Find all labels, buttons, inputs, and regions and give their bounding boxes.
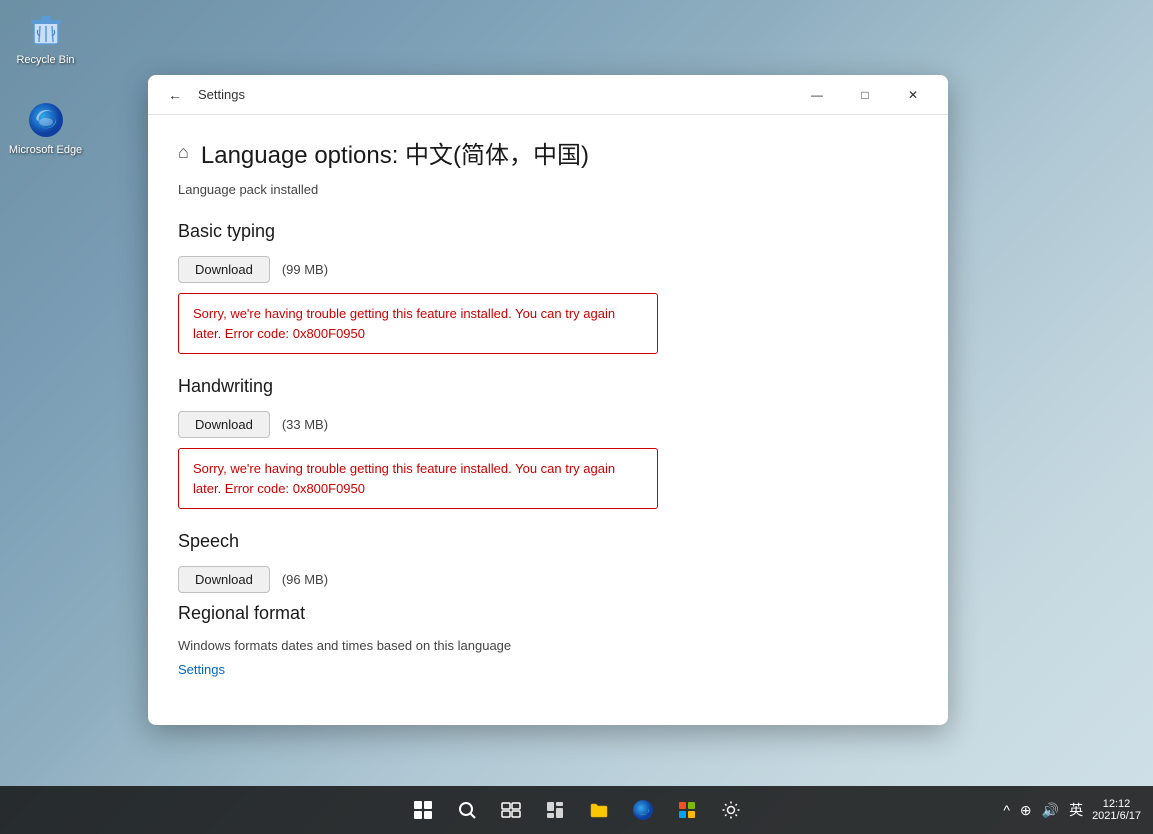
taskbar: ^ ⊕ 🔊 英 12:12 2021/6/17 — [0, 786, 1153, 834]
handwriting-download-button[interactable]: Download — [178, 411, 270, 438]
task-view-button[interactable] — [491, 790, 531, 830]
back-button[interactable]: ← — [160, 83, 190, 107]
tray-icons: ^ ⊕ 🔊 英 — [1000, 798, 1086, 822]
settings-taskbar-button[interactable] — [711, 790, 751, 830]
title-bar: ← Settings — □ ✕ — [148, 75, 948, 115]
edge-taskbar-button[interactable] — [623, 790, 663, 830]
desktop: Recycle Bin Microsoft Edge — [0, 0, 1153, 834]
handwriting-error-text: Sorry, we're having trouble getting this… — [193, 461, 615, 496]
regional-settings-link[interactable]: Settings — [178, 662, 225, 677]
basic-typing-error-box: Sorry, we're having trouble getting this… — [178, 293, 658, 354]
start-button[interactable] — [403, 790, 443, 830]
clock[interactable]: 12:12 2021/6/17 — [1092, 798, 1141, 822]
recycle-bin-label: Recycle Bin — [16, 54, 74, 66]
speech-download-button[interactable]: Download — [178, 566, 270, 593]
maximize-button[interactable]: □ — [842, 79, 888, 111]
basic-typing-download-row: Download (99 MB) — [178, 256, 918, 283]
edge-label: Microsoft Edge — [9, 144, 82, 156]
basic-typing-title: Basic typing — [178, 221, 918, 242]
handwriting-size: (33 MB) — [282, 417, 328, 432]
taskbar-center — [403, 790, 751, 830]
window-controls: — □ ✕ — [794, 79, 936, 111]
handwriting-error-box: Sorry, we're having trouble getting this… — [178, 448, 658, 509]
regional-format-title: Regional format — [178, 603, 918, 624]
handwriting-title: Handwriting — [178, 376, 918, 397]
file-explorer-button[interactable] — [579, 790, 619, 830]
edge-desktop-icon[interactable]: Microsoft Edge — [8, 100, 83, 156]
handwriting-download-row: Download (33 MB) — [178, 411, 918, 438]
volume-icon[interactable]: 🔊 — [1039, 800, 1062, 821]
store-button[interactable] — [667, 790, 707, 830]
language-pack-status: Language pack installed — [178, 182, 918, 197]
speech-size: (96 MB) — [282, 572, 328, 587]
speech-download-row: Download (96 MB) — [178, 566, 918, 593]
speech-title: Speech — [178, 531, 918, 552]
page-title: Language options: 中文(简体，中国) — [201, 135, 589, 170]
widgets-button[interactable] — [535, 790, 575, 830]
taskbar-tray: ^ ⊕ 🔊 英 12:12 2021/6/17 — [1000, 798, 1145, 822]
recycle-bin-icon[interactable]: Recycle Bin — [8, 10, 83, 66]
chevron-icon[interactable]: ^ — [1000, 800, 1013, 820]
minimize-button[interactable]: — — [794, 79, 840, 111]
search-button[interactable] — [447, 790, 487, 830]
time-display: 12:12 — [1103, 798, 1131, 810]
settings-window: ← Settings — □ ✕ ⌂ Language options: 中文(… — [148, 75, 948, 725]
home-icon[interactable]: ⌂ — [178, 142, 189, 163]
close-button[interactable]: ✕ — [890, 79, 936, 111]
basic-typing-error-text: Sorry, we're having trouble getting this… — [193, 306, 615, 341]
date-display: 2021/6/17 — [1092, 810, 1141, 822]
window-title: Settings — [198, 87, 245, 102]
basic-typing-size: (99 MB) — [282, 262, 328, 277]
regional-format-desc: Windows formats dates and times based on… — [178, 638, 918, 653]
basic-typing-download-button[interactable]: Download — [178, 256, 270, 283]
page-header: ⌂ Language options: 中文(简体，中国) — [178, 135, 918, 170]
edge-icon-image — [26, 100, 66, 140]
settings-content: ⌂ Language options: 中文(简体，中国) Language p… — [148, 115, 948, 725]
recycle-bin-image — [26, 10, 66, 50]
network-icon[interactable]: ⊕ — [1017, 800, 1035, 821]
language-indicator[interactable]: 英 — [1066, 798, 1086, 822]
